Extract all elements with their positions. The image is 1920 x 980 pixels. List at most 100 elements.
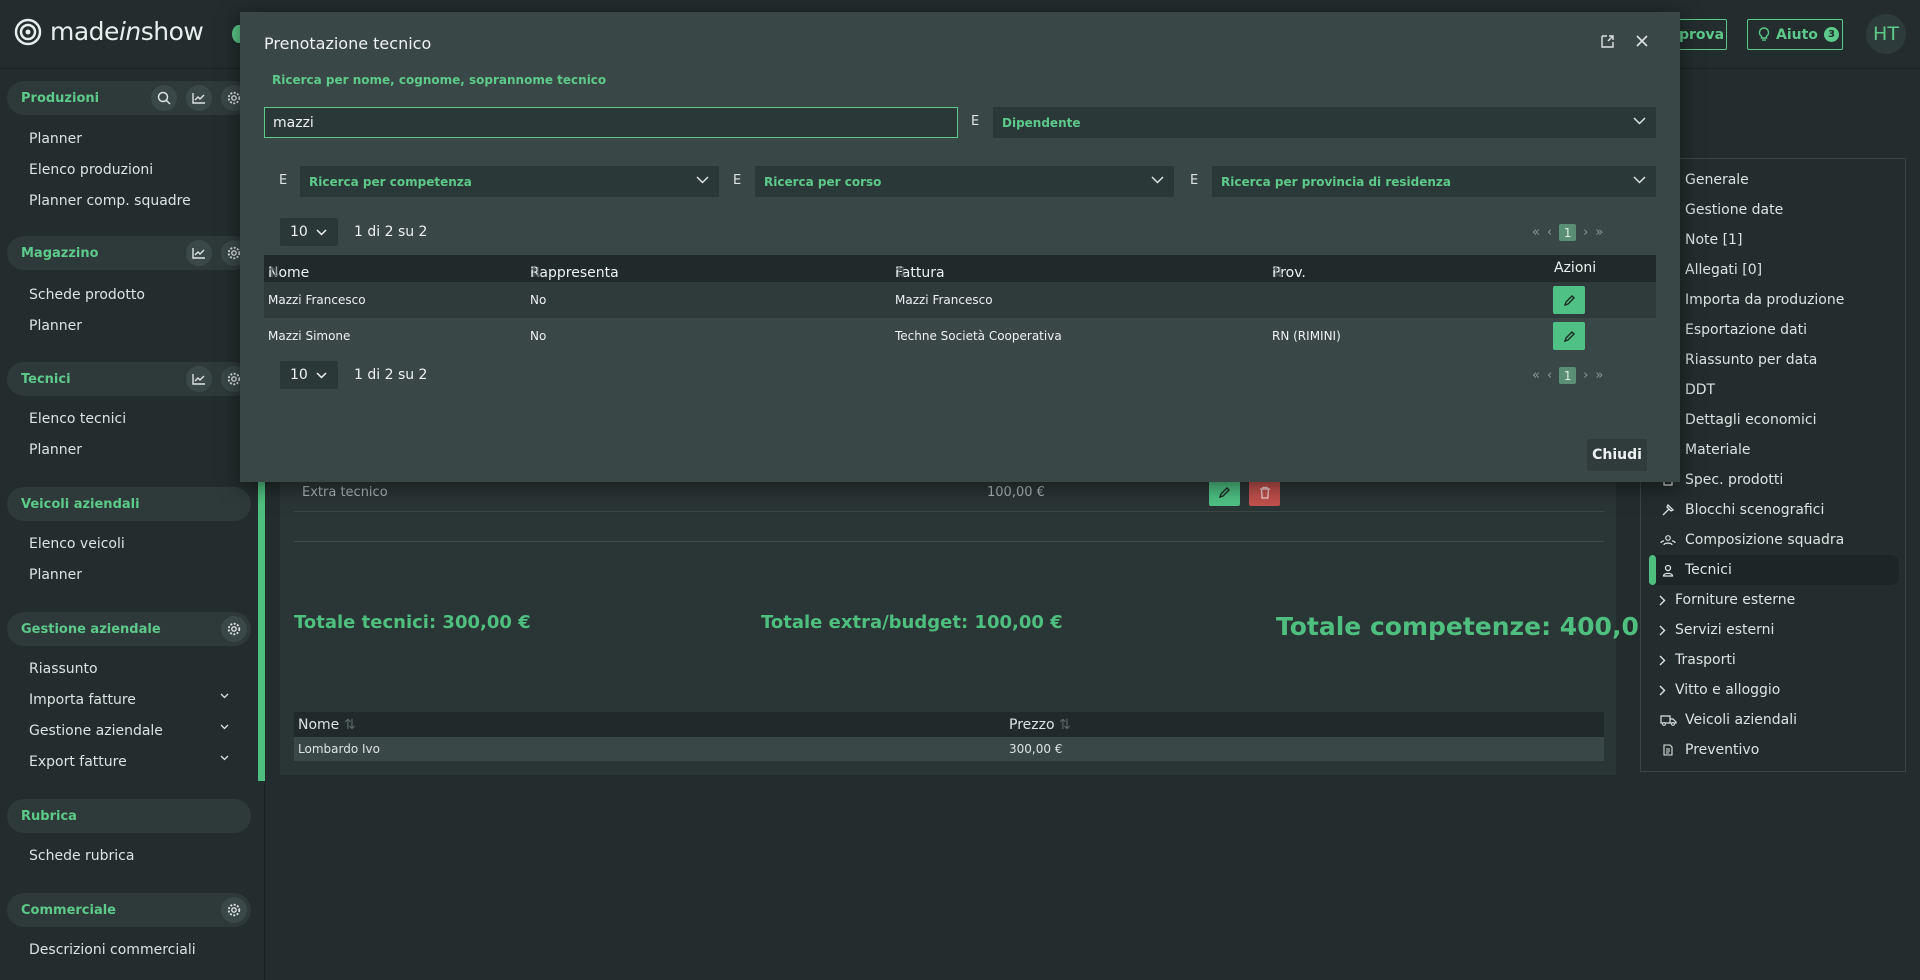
provincia-select[interactable]: Ricerca per provincia di residenza bbox=[1212, 166, 1656, 197]
and-label: E bbox=[733, 173, 742, 188]
chevron-down-icon bbox=[316, 371, 327, 379]
document-icon bbox=[1663, 744, 1673, 756]
and-label: E bbox=[1190, 173, 1199, 188]
sidebar-item-planner[interactable]: Planner bbox=[29, 567, 82, 583]
nav-item-allegati[interactable]: Allegati [0] bbox=[1641, 255, 1905, 285]
sidebar-section-gestione[interactable]: Gestione aziendale bbox=[7, 612, 251, 646]
corso-select[interactable]: Ricerca per corso bbox=[755, 166, 1174, 197]
prev-page-icon[interactable]: ‹ bbox=[1547, 368, 1552, 383]
chart-icon[interactable] bbox=[186, 240, 212, 266]
sidebar-section-commerciale[interactable]: Commerciale bbox=[7, 893, 251, 927]
sidebar-item-riassunto[interactable]: Riassunto bbox=[29, 661, 98, 677]
select-tecnico-button[interactable] bbox=[1553, 322, 1585, 350]
chiudi-button[interactable]: Chiudi bbox=[1587, 439, 1647, 471]
search-icon[interactable] bbox=[151, 85, 177, 111]
row-nome: Mazzi Simone bbox=[268, 329, 351, 343]
sort-icon[interactable]: ⇅ bbox=[344, 717, 356, 733]
sidebar-item-importa-fatture[interactable]: Importa fatture bbox=[29, 692, 229, 708]
sidebar-item-descrizioni-commerciali[interactable]: Descrizioni commerciali bbox=[29, 942, 196, 958]
nav-item-blocchi-scenografici[interactable]: Blocchi scenografici bbox=[1641, 495, 1905, 525]
totale-competenze: Totale competenze: 400,00 € bbox=[1276, 612, 1683, 641]
page-size-select[interactable]: 10 bbox=[280, 361, 338, 389]
select-tecnico-button[interactable] bbox=[1553, 286, 1585, 314]
next-page-icon[interactable]: › bbox=[1583, 368, 1588, 383]
nav-item-generale[interactable]: Generale bbox=[1641, 165, 1905, 195]
last-page-icon[interactable]: » bbox=[1595, 225, 1603, 240]
sidebar-section-magazzino[interactable]: Magazzino bbox=[7, 236, 251, 270]
col-nome[interactable]: Nome bbox=[298, 717, 339, 733]
lightbulb-icon bbox=[1758, 27, 1770, 41]
nav-item-preventivo[interactable]: Preventivo bbox=[1641, 735, 1905, 765]
search-input[interactable] bbox=[264, 107, 958, 138]
sort-icon: ⇅ bbox=[530, 265, 542, 281]
sidebar-item-elenco-tecnici[interactable]: Elenco tecnici bbox=[29, 411, 126, 427]
sidebar-item-planner-comp-squadre[interactable]: Planner comp. squadre bbox=[29, 193, 191, 209]
help-button[interactable]: Aiuto 3 bbox=[1747, 19, 1843, 50]
gear-icon[interactable] bbox=[221, 616, 247, 642]
sort-icon: ⇅ bbox=[895, 265, 907, 281]
sidebar-section-produzioni[interactable]: Produzioni bbox=[7, 81, 251, 115]
col-prezzo[interactable]: Prezzo bbox=[1009, 717, 1055, 733]
sort-icon[interactable]: ⇅ bbox=[1059, 717, 1071, 733]
totale-extra: Totale extra/budget: 100,00 € bbox=[761, 612, 1063, 633]
nav-item-riassunto-per-data[interactable]: Riassunto per data bbox=[1641, 345, 1905, 375]
app-logo[interactable]: madeinshow bbox=[14, 17, 204, 46]
nav-item-spec-prodotti[interactable]: Spec. prodotti bbox=[1641, 465, 1905, 495]
gear-icon[interactable] bbox=[221, 897, 247, 923]
section-title: Tecnici bbox=[21, 371, 71, 387]
sort-icon: ⇅ bbox=[1272, 265, 1284, 281]
nav-item-veicoli-aziendali[interactable]: Veicoli aziendali bbox=[1641, 705, 1905, 735]
tecnici-table-header: Nome ⇅ Prezzo ⇅ bbox=[294, 712, 1604, 737]
page-size-select[interactable]: 10 bbox=[280, 218, 338, 246]
sidebar-section-rubrica[interactable]: Rubrica bbox=[7, 799, 251, 833]
nav-item-ddt[interactable]: DDT bbox=[1641, 375, 1905, 405]
next-page-icon[interactable]: › bbox=[1583, 225, 1588, 240]
nav-item-servizi-esterni[interactable]: Servizi esterni bbox=[1641, 615, 1905, 645]
sidebar-item-schede-rubrica[interactable]: Schede rubrica bbox=[29, 848, 134, 864]
close-icon[interactable] bbox=[1635, 34, 1649, 48]
last-page-icon[interactable]: » bbox=[1595, 368, 1603, 383]
sidebar-item-schede-prodotto[interactable]: Schede prodotto bbox=[29, 287, 145, 303]
sidebar-item-planner[interactable]: Planner bbox=[29, 318, 82, 334]
sidebar-section-veicoli[interactable]: Veicoli aziendali bbox=[7, 487, 251, 521]
nav-item-composizione-squadra[interactable]: Composizione squadra bbox=[1641, 525, 1905, 555]
nav-item-esportazione-dati[interactable]: Esportazione dati bbox=[1641, 315, 1905, 345]
nav-item-vitto-e-alloggio[interactable]: Vitto e alloggio bbox=[1641, 675, 1905, 705]
nav-item-materiale[interactable]: Materiale bbox=[1641, 435, 1905, 465]
edit-button[interactable] bbox=[1209, 478, 1240, 506]
chart-icon[interactable] bbox=[186, 85, 212, 111]
divider bbox=[294, 541, 1604, 542]
sidebar-item-elenco-veicoli[interactable]: Elenco veicoli bbox=[29, 536, 125, 552]
section-title: Magazzino bbox=[21, 245, 99, 261]
nav-item-forniture-esterne[interactable]: Forniture esterne bbox=[1641, 585, 1905, 615]
page-info: 1 di 2 su 2 bbox=[354, 367, 428, 383]
delete-button[interactable] bbox=[1249, 478, 1280, 506]
nav-item-trasporti[interactable]: Trasporti bbox=[1641, 645, 1905, 675]
row-nome: Mazzi Francesco bbox=[268, 293, 366, 307]
sidebar-item-gestione-aziendale[interactable]: Gestione aziendale bbox=[29, 723, 229, 739]
expand-icon[interactable] bbox=[1600, 34, 1615, 49]
first-page-icon[interactable]: « bbox=[1532, 368, 1540, 383]
dipendente-select[interactable]: Dipendente bbox=[993, 107, 1656, 138]
team-icon bbox=[1660, 535, 1676, 546]
competenza-select[interactable]: Ricerca per competenza bbox=[300, 166, 719, 197]
sidebar-section-tecnici[interactable]: Tecnici bbox=[7, 362, 251, 396]
nav-item-tecnici[interactable]: Tecnici bbox=[1649, 555, 1899, 585]
nav-item-importa-da-produzione[interactable]: Importa da produzione bbox=[1641, 285, 1905, 315]
chart-icon[interactable] bbox=[186, 366, 212, 392]
nav-item-note[interactable]: Note [1] bbox=[1641, 225, 1905, 255]
first-page-icon[interactable]: « bbox=[1532, 225, 1540, 240]
nav-item-dettagli-economici[interactable]: Dettagli economici bbox=[1641, 405, 1905, 435]
user-avatar[interactable]: HT bbox=[1866, 14, 1906, 54]
page-number[interactable]: 1 bbox=[1559, 367, 1577, 384]
page-number[interactable]: 1 bbox=[1559, 224, 1577, 241]
sidebar-item-export-fatture[interactable]: Export fatture bbox=[29, 754, 229, 770]
sidebar-item-planner[interactable]: Planner bbox=[29, 442, 82, 458]
chevron-down-icon bbox=[220, 755, 229, 761]
row-prezzo: 300,00 € bbox=[1009, 742, 1063, 756]
sidebar-item-elenco-produzioni[interactable]: Elenco produzioni bbox=[29, 162, 153, 178]
sidebar-item-planner[interactable]: Planner bbox=[29, 131, 82, 147]
prenotazione-tecnico-modal: Prenotazione tecnico Ricerca per nome, c… bbox=[240, 12, 1680, 482]
nav-item-gestione-date[interactable]: Gestione date bbox=[1641, 195, 1905, 225]
prev-page-icon[interactable]: ‹ bbox=[1547, 225, 1552, 240]
